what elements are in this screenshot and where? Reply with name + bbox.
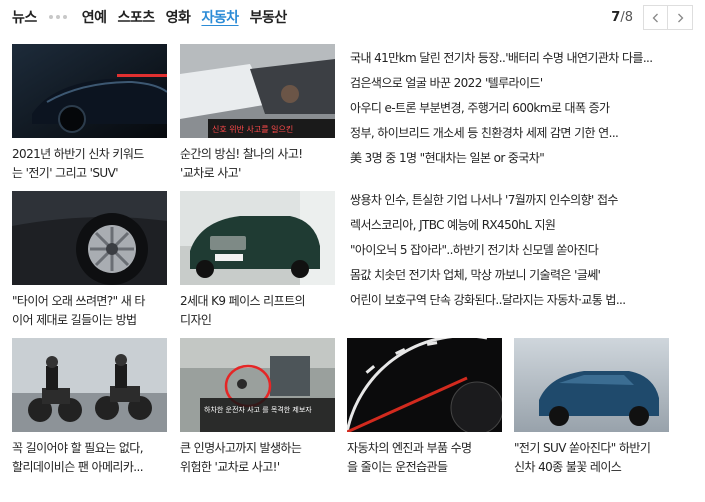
card-caption: "타이어 오래 쓰려면?" 새 타 이어 제대로 길들이는 방법 (12, 294, 145, 327)
list-item[interactable]: 렉서스코리아, JTBC 예능에 RX450hL 지원 (350, 213, 660, 238)
crashed-cars-image: 신호 위반 사고를 일으킨 (180, 44, 335, 138)
chevron-left-icon (652, 13, 658, 22)
list-item[interactable]: 몸값 치솟던 전기차 업체, 막상 까보니 기술력은 '글쎄' (350, 263, 660, 288)
tab-news[interactable]: 뉴스 (12, 7, 37, 27)
list-item[interactable]: 검은색으로 얼굴 바꾼 2022 '텔루라이드' (350, 71, 660, 96)
news-card-intersection-accident[interactable]: 신호 위반 사고를 일으킨 순간의 방심! 찰나의 사고! '교차로 사고' (180, 44, 335, 183)
image-overlay-text: 하차한 운전자 사고 를 목격한 제보자 (204, 405, 312, 414)
news-card-new-cars-keyword[interactable]: 2021년 하반기 신차 키워드 는 '전기' 그리고 'SUV' (12, 44, 167, 183)
card-caption: 큰 인명사고까지 발생하는 위험한 '교차로 사고!' (180, 441, 302, 474)
card-caption: "전기 SUV 쏟아진다" 하반기 신차 40종 불꽃 레이스 (514, 441, 651, 474)
tab-movies[interactable]: 영화 (166, 7, 191, 27)
category-tabs: 뉴스 연예 스포츠 영화 자동차 부동산 (12, 7, 298, 27)
speedometer-image (347, 338, 502, 432)
pagination: 7/8 (611, 5, 693, 30)
page-current: 7 (611, 10, 621, 25)
news-card-driving-habits[interactable]: 자동차의 엔진과 부품 수명 을 줄이는 운전습관들 (347, 338, 502, 477)
next-page-button[interactable] (668, 5, 693, 30)
card-caption: 꼭 길이어야 할 필요는 없다, 할리데이비슨 팬 아메리카... (12, 441, 144, 474)
list-item[interactable]: 쌍용차 인수, 튼실한 기업 나서나 '7월까지 인수의향' 접수 (350, 188, 660, 213)
dark-sports-car-image (12, 44, 167, 138)
section-header: 뉴스 연예 스포츠 영화 자동차 부동산 7/8 (12, 0, 693, 34)
car-tire-image (12, 191, 167, 285)
page-counter: 7/8 (611, 10, 633, 25)
image-overlay-text: 신호 위반 사고를 일으킨 (212, 124, 293, 134)
card-thumbnail: 신호 위반 사고를 일으킨 (180, 44, 335, 138)
list-item[interactable]: 美 3명 중 1명 "현대차는 일본 or 중국차" (350, 146, 660, 171)
tab-sports[interactable]: 스포츠 (118, 7, 156, 27)
card-thumbnail (514, 338, 669, 432)
chevron-right-icon (678, 13, 684, 22)
card-caption: 자동차의 엔진과 부품 수명 을 줄이는 운전습관들 (347, 441, 472, 474)
card-thumbnail (180, 191, 335, 285)
card-caption: 2021년 하반기 신차 키워드 는 '전기' 그리고 'SUV' (12, 147, 144, 180)
card-thumbnail (12, 44, 167, 138)
green-sedan-image (180, 191, 335, 285)
card-thumbnail (347, 338, 502, 432)
headline-list-1: 국내 41만km 달린 전기차 등장..'배터리 수명 내연기관차 다를... … (350, 46, 660, 171)
news-card-electric-suv-race[interactable]: "전기 SUV 쏟아진다" 하반기 신차 40종 불꽃 레이스 (514, 338, 669, 477)
prev-page-button[interactable] (643, 5, 668, 30)
accident-scene-image: 하차한 운전자 사고 를 목격한 제보자 (180, 338, 335, 432)
news-card-k9-facelift[interactable]: 2세대 K9 페이스 리프트의 디자인 (180, 191, 335, 330)
card-thumbnail (12, 191, 167, 285)
card-caption: 2세대 K9 페이스 리프트의 디자인 (180, 294, 306, 327)
list-item[interactable]: 어린이 보호구역 단속 강화된다..달라지는 자동차·교통 법... (350, 288, 660, 313)
list-item[interactable]: 아우디 e-트론 부분변경, 주행거리 600km로 대폭 증가 (350, 96, 660, 121)
tab-real-estate[interactable]: 부동산 (250, 7, 288, 27)
headline-list-2: 쌍용차 인수, 튼실한 기업 나서나 '7월까지 인수의향' 접수 렉서스코리아… (350, 188, 660, 313)
list-item[interactable]: 정부, 하이브리드 개소세 등 친환경차 세제 감면 기한 연... (350, 121, 660, 146)
news-card-harley-pan-america[interactable]: 꼭 길이어야 할 필요는 없다, 할리데이비슨 팬 아메리카... (12, 338, 167, 477)
list-item[interactable]: "아이오닉 5 잡아라"..하반기 전기차 신모델 쏟아진다 (350, 238, 660, 263)
card-thumbnail (12, 338, 167, 432)
more-dots-icon (48, 15, 70, 19)
card-caption: 순간의 방심! 찰나의 사고! '교차로 사고' (180, 147, 303, 180)
tab-entertainment[interactable]: 연예 (82, 7, 107, 27)
blue-suv-image (514, 338, 669, 432)
tab-cars[interactable]: 자동차 (201, 7, 239, 27)
motorcycles-image (12, 338, 167, 432)
news-card-intersection-danger[interactable]: 하차한 운전자 사고 를 목격한 제보자 큰 인명사고까지 발생하는 위험한 '… (180, 338, 335, 477)
page-total: /8 (620, 10, 633, 25)
news-card-tire-break-in[interactable]: "타이어 오래 쓰려면?" 새 타 이어 제대로 길들이는 방법 (12, 191, 167, 330)
card-thumbnail: 하차한 운전자 사고 를 목격한 제보자 (180, 338, 335, 432)
list-item[interactable]: 국내 41만km 달린 전기차 등장..'배터리 수명 내연기관차 다를... (350, 46, 660, 71)
